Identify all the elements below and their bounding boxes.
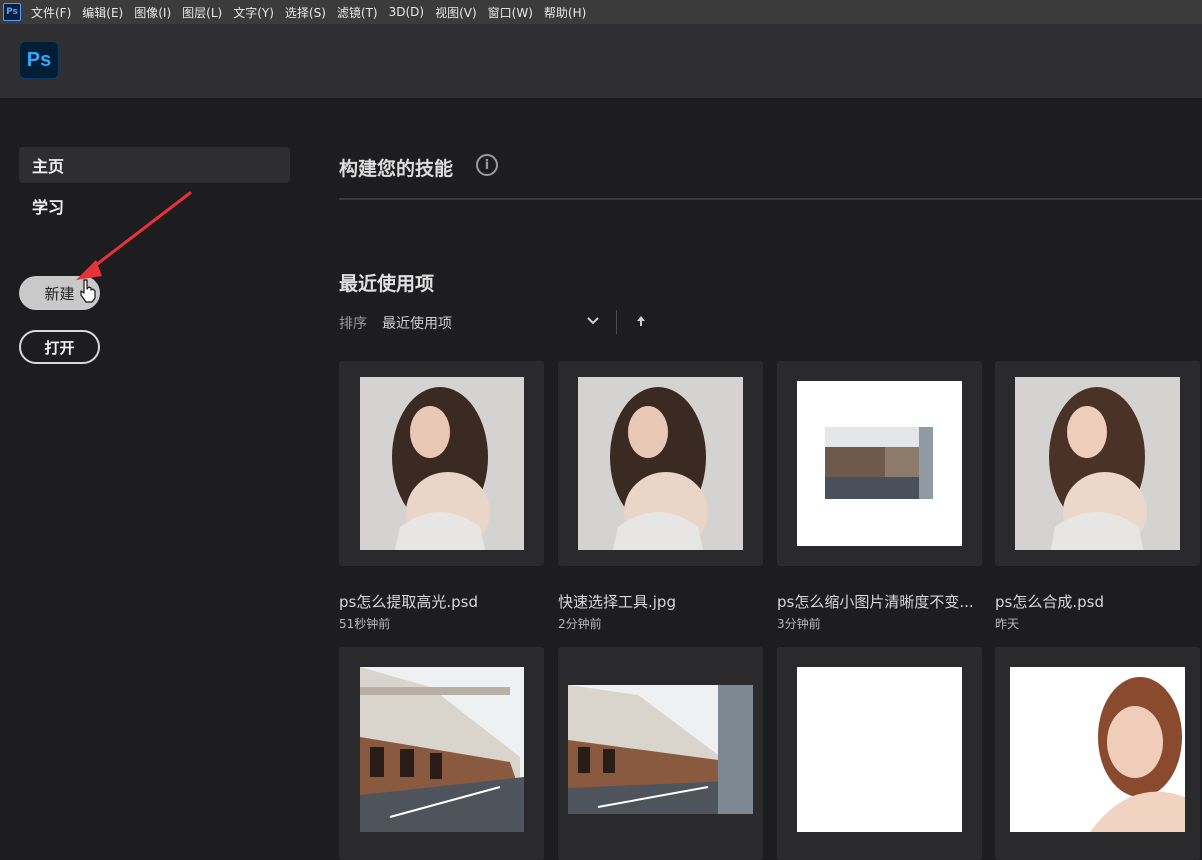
menu-bar: Ps 文件(F) 编辑(E) 图像(I) 图层(L) 文字(Y) 选择(S) 滤…	[0, 0, 1202, 24]
file-name[interactable]: ps怎么缩小图片清晰度不变...	[777, 591, 982, 612]
recent-heading: 最近使用项	[339, 273, 435, 295]
menu-file[interactable]: 文件(F)	[31, 4, 71, 21]
app-header: Ps	[0, 24, 1202, 98]
sort-label: 排序	[339, 316, 367, 332]
file-thumbnail	[1010, 667, 1185, 832]
divider	[339, 198, 1202, 200]
sort-control: 排序 最近使用项	[339, 310, 659, 334]
menu-3d[interactable]: 3D(D)	[389, 5, 424, 19]
file-card[interactable]	[558, 647, 763, 860]
street-thumbnail-icon	[797, 381, 962, 546]
info-icon[interactable]: i	[476, 154, 498, 176]
sort-ascending-icon[interactable]	[635, 314, 647, 328]
sort-dropdown[interactable]: 最近使用项	[382, 313, 452, 333]
street-thumbnail-icon	[360, 667, 524, 832]
file-thumbnail	[568, 685, 753, 814]
file-thumbnail	[797, 667, 962, 832]
sidebar-item-home[interactable]: 主页	[19, 147, 290, 183]
menu-layer[interactable]: 图层(L)	[182, 4, 222, 21]
sidebar: 主页 学习 新建 打开	[0, 98, 310, 860]
menu-view[interactable]: 视图(V)	[435, 4, 477, 21]
file-card[interactable]	[339, 361, 544, 566]
file-name[interactable]: 快速选择工具.jpg	[558, 591, 763, 612]
menu-filter[interactable]: 滤镜(T)	[337, 4, 378, 21]
file-time: 3分钟前	[777, 617, 821, 631]
file-card[interactable]	[777, 361, 982, 566]
file-thumbnail	[360, 377, 524, 550]
file-card[interactable]	[339, 647, 544, 860]
menu-type[interactable]: 文字(Y)	[233, 4, 274, 21]
file-time: 51秒钟前	[339, 617, 391, 631]
menu-select[interactable]: 选择(S)	[285, 4, 326, 21]
sidebar-item-learn[interactable]: 学习	[19, 188, 290, 224]
main-content: 构建您的技能 i 最近使用项 排序 最近使用项 ps怎么提取高光.psd 51秒…	[339, 98, 1202, 860]
street-thumbnail-icon	[568, 685, 753, 814]
menu-edit[interactable]: 编辑(E)	[82, 4, 123, 21]
sort-separator	[616, 310, 617, 334]
file-name[interactable]: ps怎么提取高光.psd	[339, 591, 544, 612]
file-time: 昨天	[995, 617, 1020, 631]
menu-help[interactable]: 帮助(H)	[544, 4, 586, 21]
menu-image[interactable]: 图像(I)	[134, 4, 171, 21]
file-name[interactable]: ps怎么合成.psd	[995, 591, 1200, 612]
photoshop-app-icon: Ps	[3, 3, 21, 21]
portrait-thumbnail-icon	[1015, 377, 1180, 550]
chevron-down-icon[interactable]	[585, 312, 601, 328]
portrait-thumbnail-icon	[578, 377, 743, 550]
file-card[interactable]	[558, 361, 763, 566]
file-thumbnail	[360, 667, 524, 832]
open-button[interactable]: 打开	[19, 330, 100, 364]
file-card[interactable]	[995, 361, 1200, 566]
file-time: 2分钟前	[558, 617, 602, 631]
photoshop-logo: Ps	[19, 41, 59, 79]
portrait-thumbnail-icon	[1010, 667, 1185, 832]
file-thumbnail	[1015, 377, 1180, 550]
skills-heading: 构建您的技能	[339, 158, 454, 180]
file-card[interactable]	[995, 647, 1200, 860]
file-thumbnail	[797, 381, 962, 546]
file-card[interactable]	[777, 647, 982, 860]
portrait-thumbnail-icon	[360, 377, 524, 550]
hand-cursor-icon	[80, 279, 96, 303]
menu-window[interactable]: 窗口(W)	[488, 4, 533, 21]
file-thumbnail	[578, 377, 743, 550]
